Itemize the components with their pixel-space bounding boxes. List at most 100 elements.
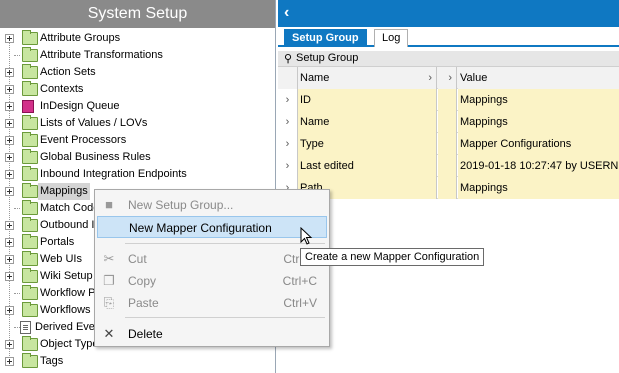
row-expand-icon[interactable]: ›	[278, 133, 298, 155]
menu-item-label: Paste	[128, 296, 159, 310]
expand-icon[interactable]	[5, 34, 14, 43]
menu-item-new-setup-group[interactable]: ■ New Setup Group...	[97, 194, 327, 216]
row-expand-icon[interactable]: ›	[278, 89, 298, 111]
tree-item-label: Match Code	[40, 202, 100, 214]
menu-separator	[125, 317, 325, 318]
expand-icon[interactable]	[5, 170, 14, 179]
tree-item-label: Action Sets	[40, 66, 96, 78]
tree-item[interactable]: Inbound Integration Endpoints	[0, 166, 275, 183]
editor-header: ‹	[278, 0, 619, 27]
expand-icon[interactable]	[5, 306, 14, 315]
tree-item-label: Attribute Transformations	[40, 49, 163, 61]
expand-icon[interactable]	[5, 153, 14, 162]
table-row[interactable]: › Last edited 2019-01-18 10:27:47 by USERN	[278, 155, 619, 177]
menu-item-cut[interactable]: ✂ Cut Ctrl+X	[97, 248, 327, 270]
menu-item-copy[interactable]: ❐ Copy Ctrl+C	[97, 270, 327, 292]
tree-item[interactable]: Attribute Groups	[0, 30, 275, 47]
tree-item[interactable]: Attribute Transformations	[0, 47, 275, 64]
folder-icon	[22, 132, 38, 147]
table-row[interactable]: › Name Mappings	[278, 111, 619, 133]
menu-item-paste[interactable]: ⎘ Paste Ctrl+V	[97, 292, 327, 314]
column-arrow-icon: ›	[448, 72, 452, 84]
folder-add-icon: ■	[105, 197, 113, 212]
grid-header-row: Name › › Value	[278, 67, 619, 89]
expand-icon[interactable]	[5, 238, 14, 247]
expand-icon[interactable]	[5, 119, 14, 128]
expand-icon[interactable]	[5, 136, 14, 145]
expand-icon[interactable]	[5, 272, 14, 281]
tree-item[interactable]: Global Business Rules	[0, 149, 275, 166]
folder-icon	[22, 302, 38, 317]
folder-icon	[22, 149, 38, 164]
tree-item-label: InDesign Queue	[40, 100, 120, 112]
tree-item-label: Workflow P	[40, 287, 96, 299]
column-header-value[interactable]: Value	[458, 67, 619, 89]
tree-item-label: Outbound I	[40, 219, 95, 231]
panel-title: System Setup	[0, 0, 275, 28]
row-spacer-cell	[438, 155, 457, 177]
row-spacer-cell	[438, 177, 457, 199]
tab-setup-group[interactable]: Setup Group	[284, 29, 367, 47]
tree-item[interactable]: Action Sets	[0, 64, 275, 81]
tree-item-label: Contexts	[40, 83, 84, 95]
folder-icon	[22, 336, 38, 351]
tree-item[interactable]: Lists of Values / LOVs	[0, 115, 275, 132]
tree-item[interactable]: Event Processors	[0, 132, 275, 149]
row-value-cell: Mapper Configurations	[458, 133, 619, 155]
table-row[interactable]: › ID Mappings	[278, 89, 619, 111]
row-expand-icon[interactable]: ›	[278, 155, 298, 177]
tree-item-label: Inbound Integration Endpoints	[40, 168, 187, 180]
shortcut-label: Ctrl+C	[282, 274, 317, 288]
tree-item-label: Attribute Groups	[40, 32, 121, 44]
tree-item[interactable]: InDesign Queue	[0, 98, 275, 115]
expand-icon[interactable]	[5, 187, 14, 196]
column-arrow-icon: ›	[428, 72, 432, 84]
menu-item-label: Copy	[128, 274, 157, 288]
menu-item-label: New Setup Group...	[128, 198, 234, 212]
expand-icon[interactable]	[5, 102, 14, 111]
grid-title: ⚲ Setup Group	[278, 51, 619, 67]
tree-item-label: Global Business Rules	[40, 151, 151, 163]
expand-icon[interactable]	[5, 255, 14, 264]
tree-item-label: Mappings	[38, 183, 90, 200]
column-header-name[interactable]: Name ›	[298, 67, 437, 89]
expand-icon[interactable]	[5, 85, 14, 94]
scissors-icon: ✂	[103, 251, 115, 266]
folder-icon	[22, 64, 38, 79]
chevron-left-icon[interactable]: ‹	[284, 4, 289, 22]
shortcut-label: Ctrl+V	[283, 296, 317, 310]
mouse-pointer-icon	[300, 227, 313, 245]
folder-icon	[22, 285, 38, 300]
expand-icon[interactable]	[5, 221, 14, 230]
tree-item[interactable]: Tags	[0, 353, 275, 370]
close-icon: ✕	[103, 326, 115, 341]
properties-grid: ⚲ Setup Group Name › › Value › ID Mappings…	[278, 51, 619, 199]
menu-item-delete[interactable]: ✕ Delete	[97, 323, 327, 345]
folder-icon	[22, 217, 38, 232]
tree-item-label: Derived Eve	[35, 321, 95, 333]
tree-item-label: Event Processors	[40, 134, 127, 146]
tooltip: Create a new Mapper Configuration	[300, 248, 485, 266]
expand-icon[interactable]	[5, 340, 14, 349]
folder-icon	[22, 234, 38, 249]
folder-icon	[22, 268, 38, 283]
tree-item[interactable]: Contexts	[0, 81, 275, 98]
folder-icon	[22, 251, 38, 266]
row-name-cell: Name	[298, 111, 437, 133]
expand-icon[interactable]	[5, 357, 14, 366]
menu-item-label: Delete	[128, 327, 163, 341]
tree-item-label: Wiki Setup	[40, 270, 93, 282]
folder-icon	[22, 115, 38, 130]
row-expand-icon[interactable]: ›	[278, 111, 298, 133]
tree-item-label: Portals	[40, 236, 75, 248]
tab-log[interactable]: Log	[374, 29, 409, 47]
tree-item-label: Web UIs	[40, 253, 82, 265]
expand-icon[interactable]	[5, 68, 14, 77]
column-header-spacer: ›	[438, 67, 457, 89]
pin-icon[interactable]: ⚲	[284, 52, 292, 67]
menu-item-new-mapper-configuration[interactable]: New Mapper Configuration	[97, 216, 327, 238]
row-spacer-cell	[438, 111, 457, 133]
row-spacer-cell	[438, 89, 457, 111]
table-row[interactable]: › Type Mapper Configurations	[278, 133, 619, 155]
folder-icon	[22, 30, 38, 45]
